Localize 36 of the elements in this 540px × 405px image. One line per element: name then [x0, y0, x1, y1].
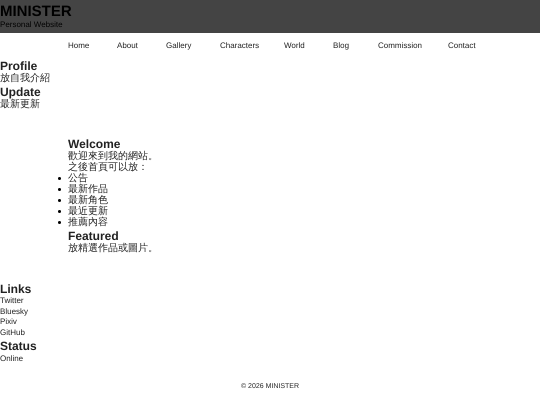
bullet-icon: [58, 199, 61, 202]
sidebar-link[interactable]: Bluesky: [0, 306, 28, 318]
nav-link[interactable]: Home: [68, 40, 117, 52]
bullet-icon: [58, 221, 61, 224]
section-heading: Featured: [68, 229, 119, 243]
site-title: MINISTER: [0, 3, 73, 20]
nav-link[interactable]: Gallery: [166, 40, 220, 52]
section-heading: Welcome: [68, 137, 122, 151]
bullet-icon: [58, 188, 61, 191]
section-text: 放精選作品或圖片。: [68, 243, 159, 254]
list-item-text: 推薦內容: [68, 217, 108, 228]
section-text: 之後首頁可以放：: [68, 162, 149, 173]
bullet-icon: [58, 210, 61, 213]
list-item-text: 最新作品: [68, 184, 108, 195]
nav-link[interactable]: Blog: [333, 40, 378, 52]
nav-link[interactable]: Characters: [220, 40, 284, 52]
section-heading: Update: [0, 85, 42, 99]
nav-link[interactable]: Contact: [448, 40, 498, 52]
section-heading: Profile: [0, 59, 38, 73]
bullet-icon: [58, 177, 61, 180]
list-item-text: 公告: [68, 173, 88, 184]
nav-link[interactable]: Commission: [378, 40, 448, 52]
site-subtitle: Personal Website: [0, 20, 64, 30]
sidebar-link[interactable]: GitHub: [0, 328, 25, 339]
status-text: Online: [0, 352, 24, 364]
sidebar-link[interactable]: Twitter: [0, 296, 24, 307]
nav-link[interactable]: World: [284, 40, 333, 52]
list-item-text: 最近更新: [68, 206, 108, 217]
sidebar-link[interactable]: Pixiv: [0, 317, 17, 328]
list-item-text: 最新角色: [68, 195, 108, 206]
section-text: 最新更新: [0, 99, 41, 111]
nav-link[interactable]: About: [117, 40, 166, 52]
section-text: 歡迎來到我的網站。: [68, 151, 159, 162]
section-heading: Links: [0, 282, 32, 296]
section-text: 放自我介紹: [0, 73, 51, 85]
section-heading: Status: [0, 338, 38, 353]
